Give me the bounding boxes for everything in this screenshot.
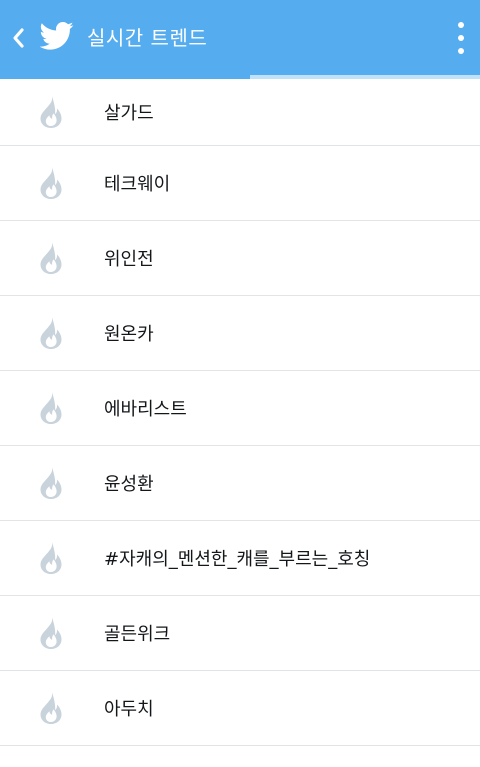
trend-row[interactable]: 살가드 (0, 79, 480, 146)
trend-row[interactable]: #자캐의_멘션한_캐를_부르는_호칭 (0, 521, 480, 596)
flame-icon (40, 96, 62, 128)
flame-icon (40, 242, 62, 274)
trend-label: 원온카 (104, 324, 154, 345)
back-chevron-icon (13, 28, 24, 48)
trend-label: 윤성환 (104, 474, 154, 495)
trend-label: 골든위크 (104, 624, 171, 645)
trend-row[interactable]: 원온카 (0, 296, 480, 371)
trend-label: 아두치 (104, 699, 154, 720)
trend-label: 에바리스트 (104, 399, 187, 420)
flame-icon (40, 692, 62, 724)
trend-label: 살가드 (104, 103, 154, 124)
trend-row[interactable]: 에바리스트 (0, 371, 480, 446)
trend-row[interactable]: 위인전 (0, 221, 480, 296)
trend-row[interactable]: 골든위크 (0, 596, 480, 671)
trend-row[interactable]: 윤성환 (0, 446, 480, 521)
twitter-bird-icon (40, 21, 74, 50)
trend-label: #자캐의_멘션한_캐를_부르는_호칭 (104, 549, 371, 570)
flame-icon (40, 167, 62, 199)
flame-icon (40, 617, 62, 649)
back-button[interactable] (6, 22, 30, 54)
trend-list: 살가드테크웨이위인전원온카에바리스트윤성환 #자캐의_멘션한_캐를_부르는_호칭골… (0, 79, 480, 746)
flame-icon (40, 467, 62, 499)
page-title: 실시간 트렌드 (87, 26, 208, 50)
flame-icon (40, 542, 62, 574)
trend-label: 위인전 (104, 249, 154, 270)
app-bar: 실시간 트렌드 (0, 0, 480, 75)
trend-row[interactable]: 테크웨이 (0, 146, 480, 221)
trend-row[interactable]: 아두치 (0, 671, 480, 746)
more-options-button[interactable] (454, 20, 468, 56)
trend-label: 테크웨이 (104, 174, 171, 195)
flame-icon (40, 392, 62, 424)
flame-icon (40, 317, 62, 349)
